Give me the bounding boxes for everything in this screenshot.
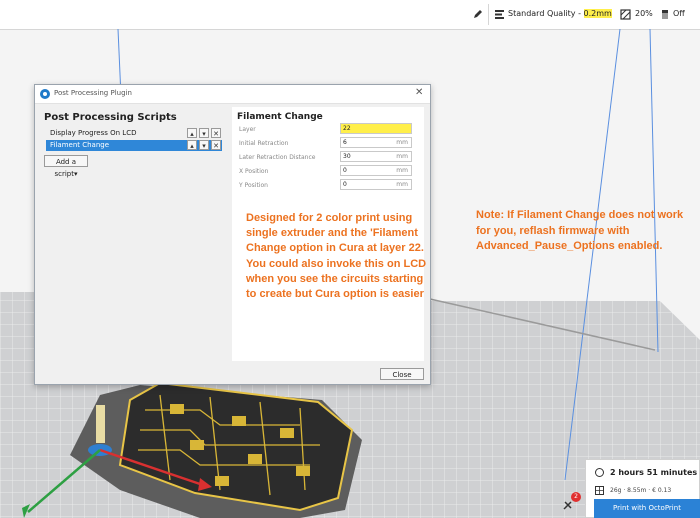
field-value: 0 [343,167,347,174]
field-unit: mm [396,167,408,174]
x-position-input[interactable]: 0 mm [340,165,412,176]
move-up-button[interactable]: ▴ [187,128,197,138]
support-icon [662,10,668,19]
field-value: 0 [343,181,347,188]
print-time: 2 hours 51 minutes [610,468,698,477]
field-label-later-retraction: Later Retraction Distance [239,154,316,161]
script-label: Display Progress On LCD [50,129,137,137]
remove-script-button[interactable]: ✕ [211,140,221,150]
field-label-x-position: X Position [239,168,269,175]
material-icon [595,486,604,495]
top-toolbar: Standard Quality - 0.2mm 20% Off [0,0,700,30]
field-value: 22 [343,125,351,132]
settings-heading: Filament Change [237,112,323,122]
field-label-layer: Layer [239,126,256,133]
layer-input[interactable]: 22 [340,123,412,134]
field-value: 30 [343,153,351,160]
infill-value[interactable]: 20% [635,9,653,18]
field-unit: mm [396,139,408,146]
move-down-button[interactable]: ▾ [199,128,209,138]
initial-retraction-input[interactable]: 6 mm [340,137,412,148]
layer-height-value: 0.2mm [583,9,612,18]
quality-profile-icon [495,10,504,19]
remove-script-button[interactable]: ✕ [211,128,221,138]
move-down-button[interactable]: ▾ [199,140,209,150]
print-with-octoprint-button[interactable]: Print with OctoPrint [594,499,700,518]
nozzle-model [96,405,105,443]
script-item-filament-change[interactable]: Filament Change ▴ ▾ ✕ [46,140,222,151]
close-icon[interactable]: ✕ [415,88,423,98]
dialog-title-bar[interactable]: Post Processing Plugin ✕ [35,85,430,104]
field-value: 6 [343,139,347,146]
notification-badge: 2 [571,492,581,502]
field-unit: mm [396,181,408,188]
print-quality-selector[interactable]: Standard Quality - 0.2mm [508,9,612,18]
script-item-display-progress[interactable]: Display Progress On LCD ▴ ▾ ✕ [46,128,222,139]
move-up-button[interactable]: ▴ [187,140,197,150]
annotation-filament-change: Designed for 2 color print using single … [246,212,427,301]
support-value[interactable]: Off [673,9,685,18]
close-button[interactable]: Close [380,368,424,380]
y-position-input[interactable]: 0 mm [340,179,412,190]
infill-icon [620,9,631,20]
script-label: Filament Change [50,141,110,149]
material-estimate: 26g · 8.55m · € 0.13 [610,487,672,494]
add-script-button[interactable]: Add a script▾ [44,155,88,178]
scripts-heading: Post Processing Scripts [44,112,177,123]
field-label-y-position: Y Position [239,182,268,189]
annotation-firmware-note: Note: If Filament Change does not work f… [476,209,684,252]
field-unit: mm [396,153,408,160]
later-retraction-input[interactable]: 30 mm [340,151,412,162]
dialog-title: Post Processing Plugin [54,89,132,97]
clock-icon [595,468,604,477]
quality-label: Standard Quality - [508,9,584,18]
field-label-initial-retraction: Initial Retraction [239,140,289,147]
toolbar-divider [488,4,489,25]
cura-logo-icon [40,89,50,99]
pencil-icon[interactable] [472,8,484,20]
